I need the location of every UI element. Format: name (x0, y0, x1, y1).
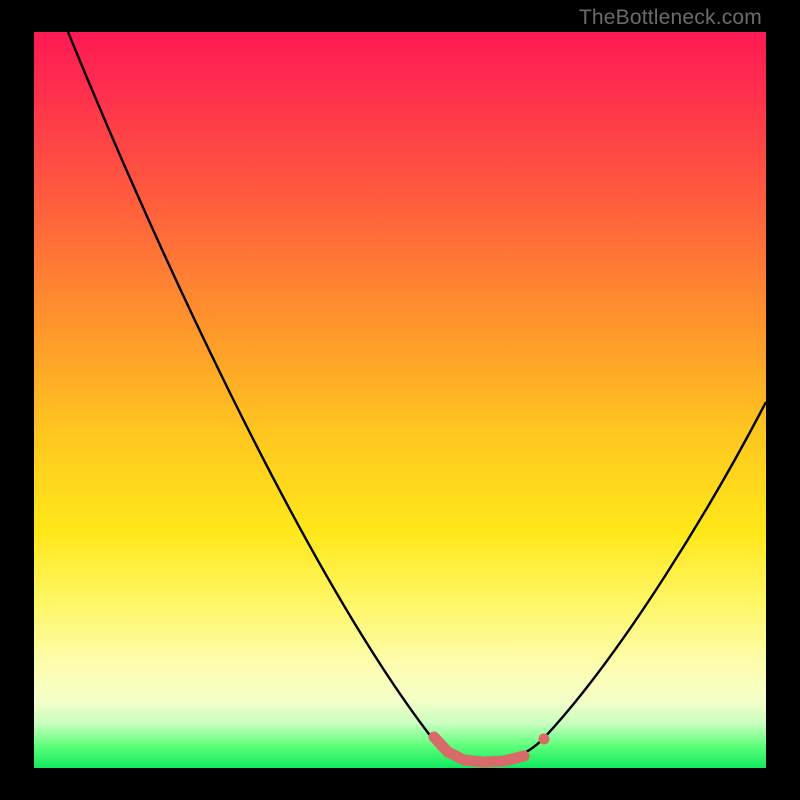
gradient-plot-area (34, 32, 766, 768)
bottleneck-curve-path (68, 32, 766, 762)
bottleneck-curve-svg (34, 32, 766, 768)
chart-frame: TheBottleneck.com (0, 0, 800, 800)
watermark-text: TheBottleneck.com (579, 6, 762, 30)
